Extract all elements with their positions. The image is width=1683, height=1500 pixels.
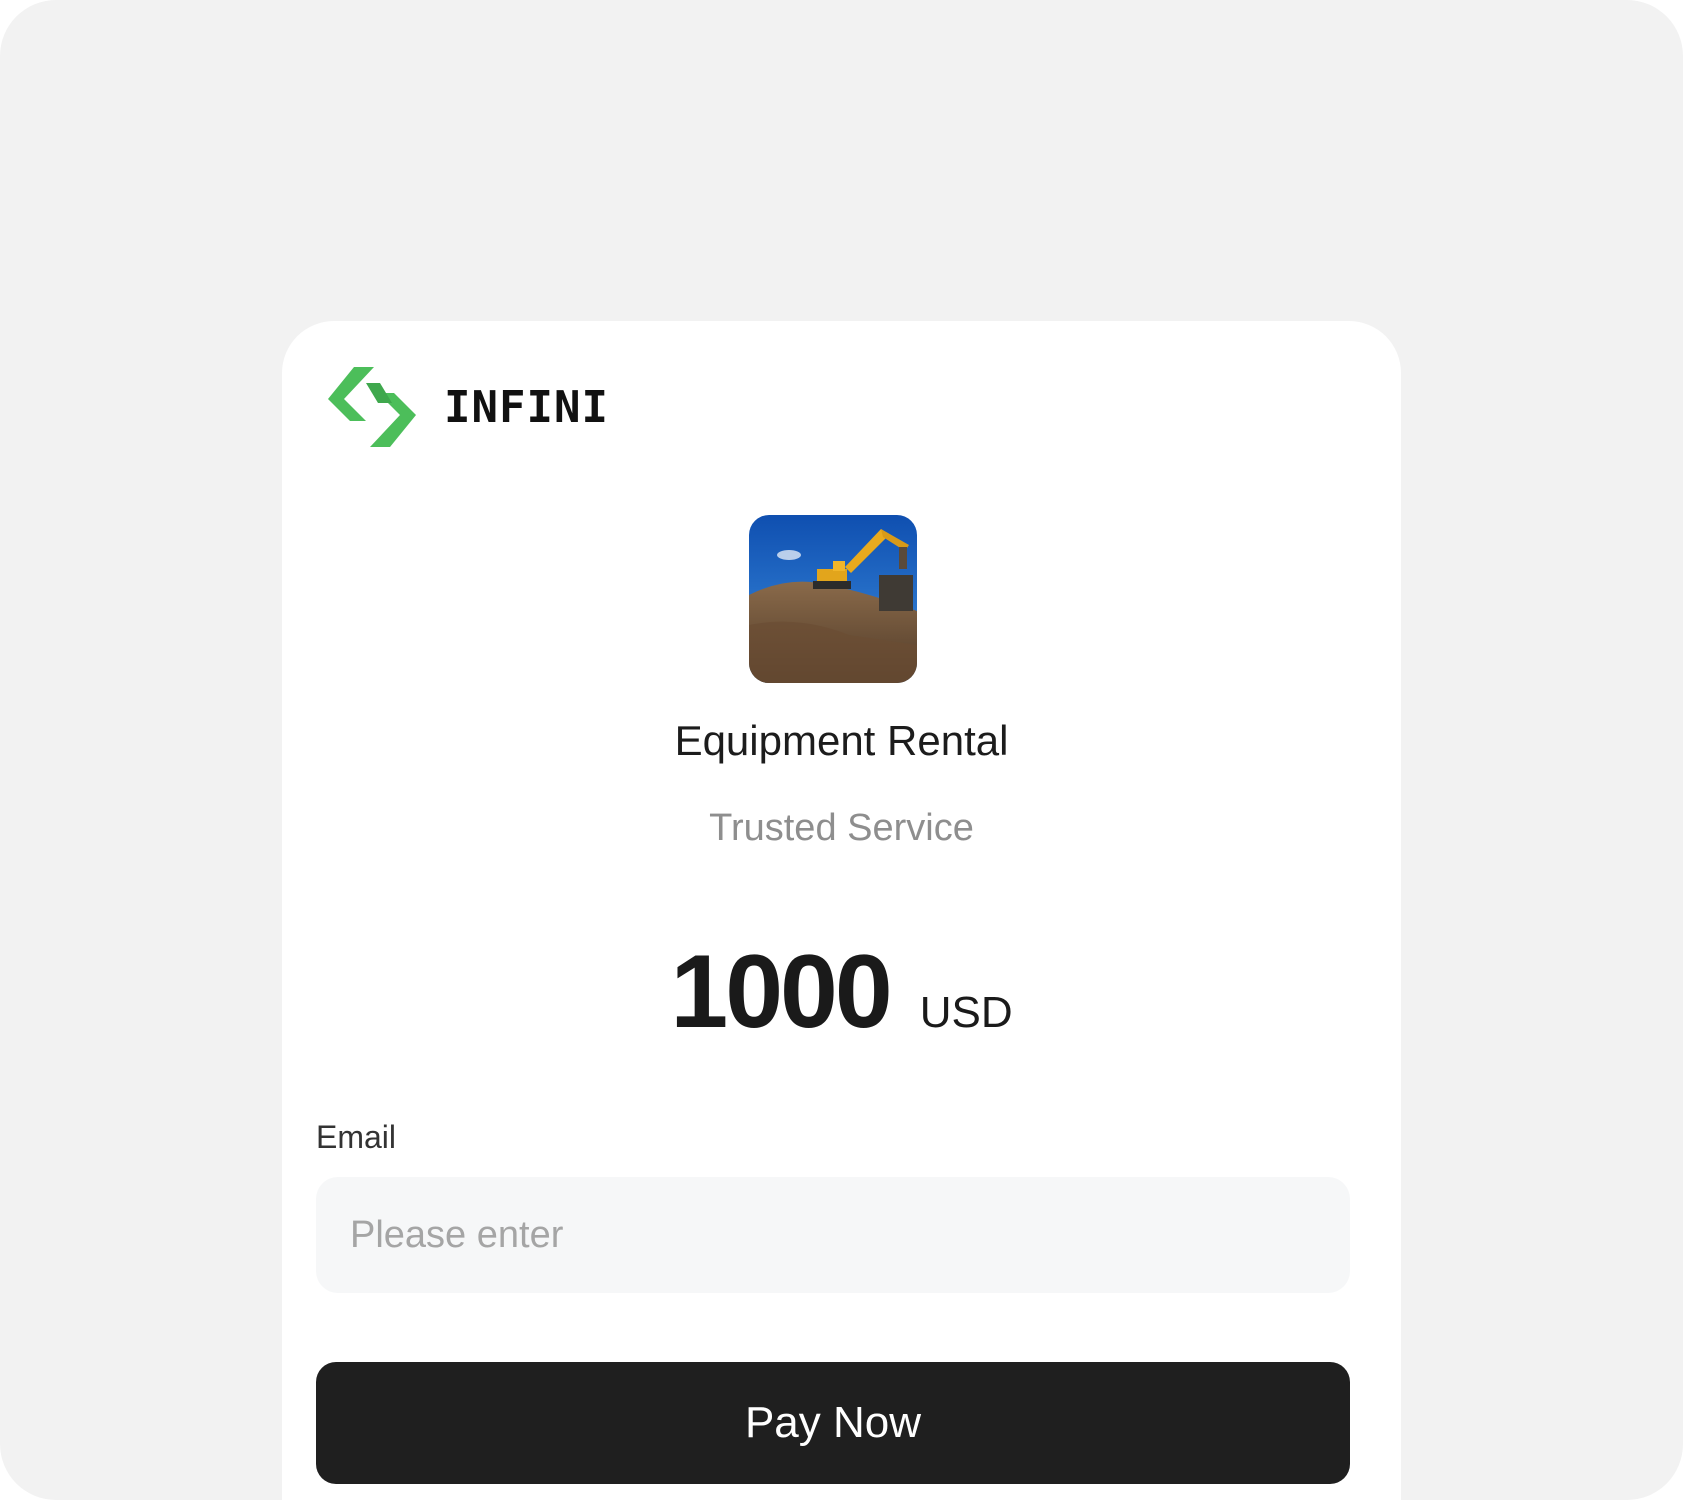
brand-logo: INFINI <box>316 363 609 451</box>
product-subtitle: Trusted Service <box>709 807 974 849</box>
price-display: 1000 USD <box>282 933 1401 1052</box>
email-label: Email <box>316 1119 397 1155</box>
price-currency: USD <box>919 988 1013 1037</box>
product-image <box>749 515 917 683</box>
brand-name: INFINI <box>444 381 609 433</box>
price-amount: 1000 <box>670 934 892 1050</box>
product-name: Equipment Rental <box>674 717 1009 764</box>
pay-now-button[interactable]: Pay Now <box>316 1362 1350 1484</box>
infini-logo-icon <box>328 367 416 447</box>
checkout-card: INFINI Equipment Rental Trusted Service … <box>282 321 1401 1500</box>
email-input[interactable] <box>316 1177 1350 1293</box>
excavator-photo-icon <box>749 515 917 683</box>
page-background: INFINI Equipment Rental Trusted Service … <box>0 0 1683 1500</box>
